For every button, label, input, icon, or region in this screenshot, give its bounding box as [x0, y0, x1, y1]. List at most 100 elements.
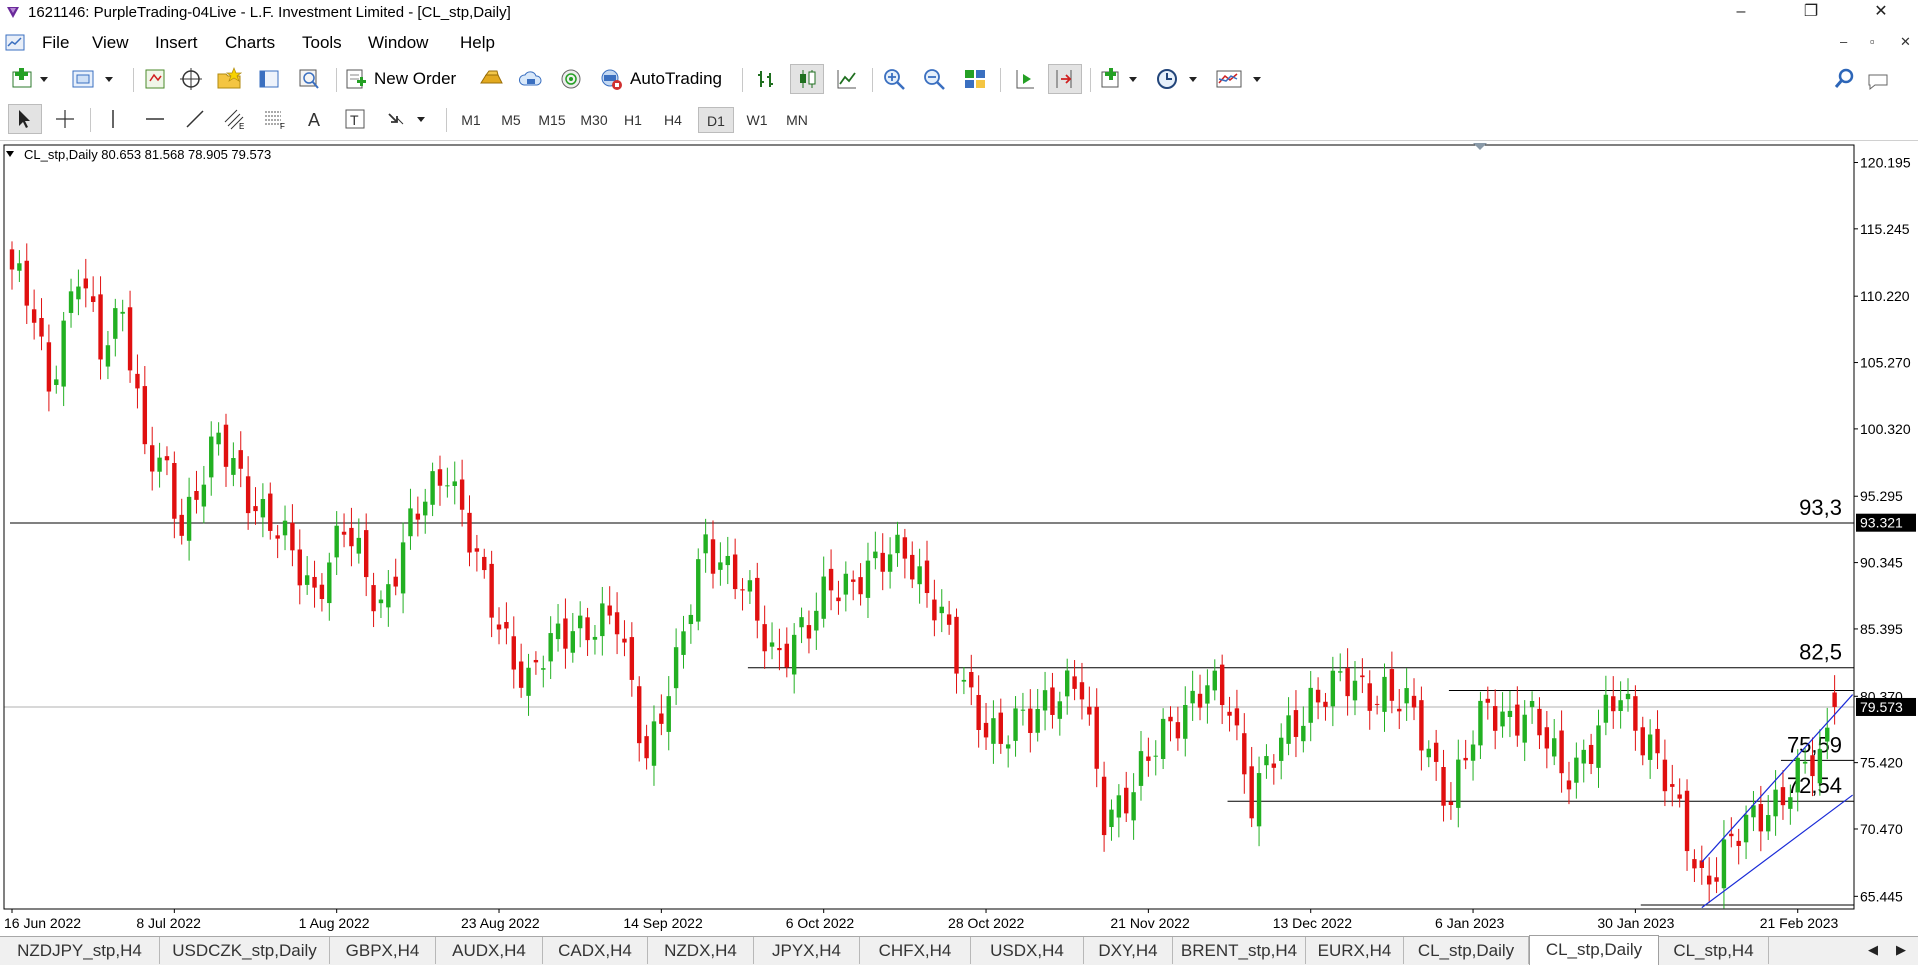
mdi-close-button[interactable]: ✕ — [1900, 34, 1911, 50]
timeframe-m30-button[interactable]: M30 — [574, 107, 614, 133]
chart-tab[interactable]: NZDX,H4 — [648, 937, 754, 964]
text-label-button[interactable]: T — [340, 104, 370, 134]
candle-body — [1278, 737, 1284, 761]
crosshair-tool-button[interactable] — [50, 104, 80, 134]
profiles-button[interactable] — [70, 64, 118, 94]
price-level-label: 93,3 — [1799, 495, 1842, 520]
candle-body — [1640, 727, 1645, 756]
fibonacci-button[interactable]: F — [260, 104, 290, 134]
menu-window[interactable]: Window — [368, 33, 428, 53]
candlestick-button[interactable] — [790, 64, 824, 94]
chart-tab[interactable]: NZDJPY_stp,H4 — [0, 937, 160, 964]
chart-shift-button[interactable] — [1010, 64, 1040, 94]
candle-body — [1382, 676, 1387, 712]
candle-body — [622, 638, 627, 643]
candlestick-icon — [800, 70, 816, 88]
tab-scroll-left-icon[interactable]: ◀ — [1868, 942, 1878, 958]
autoscroll-button[interactable] — [1048, 64, 1082, 94]
tab-scroll-right-icon[interactable]: ▶ — [1896, 942, 1906, 958]
candle-body — [1662, 759, 1668, 792]
timeframe-mn-button[interactable]: MN — [778, 107, 816, 133]
autotrading-button[interactable]: AutoTrading — [598, 64, 736, 94]
chart-tab[interactable]: USDX,H4 — [971, 937, 1084, 964]
market-button[interactable] — [556, 64, 586, 94]
equidistant-channel-button[interactable]: E — [220, 104, 250, 134]
data-window-button[interactable] — [176, 64, 206, 94]
chart-tab[interactable]: EURX,H4 — [1306, 937, 1404, 964]
chart-tab[interactable]: CADX,H4 — [543, 937, 648, 964]
chart-tab[interactable]: CL_stp,Daily — [1404, 937, 1529, 964]
chart-tab[interactable]: CL_stp,H4 — [1659, 937, 1769, 964]
indicators-button[interactable] — [1098, 64, 1144, 94]
timeframe-d1-button[interactable]: D1 — [698, 107, 734, 133]
strategy-tester-button[interactable] — [294, 64, 324, 94]
menu-insert[interactable]: Insert — [155, 33, 198, 53]
candle-body — [1692, 859, 1697, 869]
periods-button[interactable] — [1154, 64, 1206, 94]
chart-tab[interactable]: DXY,H4 — [1084, 937, 1173, 964]
timeframe-h1-button[interactable]: H1 — [616, 107, 650, 133]
notifications-button[interactable] — [1860, 64, 1900, 94]
candle-body — [496, 624, 502, 630]
candle-body — [644, 736, 649, 759]
search-button[interactable] — [1830, 64, 1860, 94]
chart-tab[interactable]: GBPX,H4 — [330, 937, 436, 964]
navigator-button[interactable] — [214, 64, 244, 94]
horizontal-line-button[interactable] — [140, 104, 170, 134]
menu-help[interactable]: Help — [460, 33, 495, 53]
y-axis-label: 70.470 — [1860, 821, 1903, 837]
signals-button[interactable] — [516, 64, 546, 94]
new-chart-button[interactable] — [8, 64, 52, 94]
cursor-tool-button[interactable] — [8, 104, 42, 134]
candle-body — [814, 610, 819, 631]
chart-window[interactable]: 93,3 82,5 75,59 72,54 120.195 115.245 110.220… — [0, 141, 1918, 936]
text-tool-button[interactable]: A — [300, 104, 330, 134]
restore-button[interactable]: ❐ — [1788, 0, 1834, 26]
zoom-out-button[interactable] — [920, 64, 950, 94]
menu-tools[interactable]: Tools — [302, 33, 342, 53]
trendline-button[interactable] — [180, 104, 210, 134]
menu-file[interactable]: File — [42, 33, 69, 53]
close-button[interactable]: ✕ — [1858, 0, 1904, 26]
zoom-in-button[interactable] — [880, 64, 910, 94]
vertical-line-button[interactable] — [98, 104, 128, 134]
market-watch-button[interactable] — [140, 64, 170, 94]
price-chart[interactable]: 93,382,575,5972,54 120.195115.245110.220… — [0, 141, 1918, 936]
chart-shift-marker-icon[interactable] — [1473, 143, 1487, 150]
chart-tab[interactable]: CHFX,H4 — [860, 937, 971, 964]
line-chart-button[interactable] — [832, 64, 862, 94]
chart-window-icon[interactable] — [4, 32, 26, 54]
terminal-button[interactable] — [254, 64, 284, 94]
timeframe-m15-button[interactable]: M15 — [532, 107, 572, 133]
menu-charts[interactable]: Charts — [225, 33, 275, 53]
candle-body — [371, 585, 376, 612]
candle-body — [555, 623, 561, 640]
minimize-button[interactable]: – — [1718, 0, 1764, 26]
chart-tab[interactable]: AUDX,H4 — [436, 937, 543, 964]
tile-windows-button[interactable] — [960, 64, 990, 94]
timeframe-m5-button[interactable]: M5 — [492, 107, 530, 133]
chart-tab[interactable]: USDCZK_stp,Daily — [160, 937, 330, 964]
bar-chart-button[interactable] — [752, 64, 782, 94]
gold-button[interactable] — [476, 64, 506, 94]
menu-view[interactable]: View — [92, 33, 129, 53]
candle-body — [577, 615, 583, 629]
candle-body — [1301, 725, 1306, 742]
arrows-button[interactable] — [382, 104, 434, 134]
timeframe-w1-button[interactable]: W1 — [740, 107, 774, 133]
chart-tab[interactable]: JPYX,H4 — [754, 937, 860, 964]
candle-body — [732, 554, 738, 590]
candle-body — [1042, 690, 1048, 711]
new-order-button[interactable]: New Order — [344, 64, 472, 94]
templates-button[interactable] — [1214, 64, 1270, 94]
price-level-label: 72,54 — [1787, 773, 1842, 798]
timeframe-m1-button[interactable]: M1 — [454, 107, 488, 133]
timeframe-h4-button[interactable]: H4 — [656, 107, 690, 133]
chart-header-dropdown-icon[interactable] — [6, 151, 14, 157]
price-tag-label: 79.573 — [1860, 699, 1903, 715]
mdi-minimize-button[interactable]: – — [1840, 34, 1847, 49]
mdi-restore-button[interactable]: ▫ — [1870, 34, 1875, 49]
chart-tab[interactable]: CL_stp,Daily — [1529, 935, 1659, 965]
chart-tab[interactable]: BRENT_stp,H4 — [1173, 937, 1306, 964]
candle-body — [54, 379, 59, 385]
